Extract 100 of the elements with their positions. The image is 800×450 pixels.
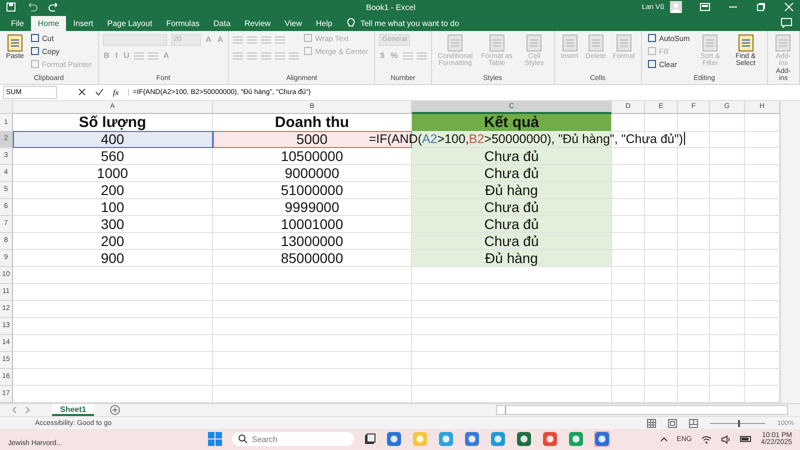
- document-icon: [586, 34, 605, 52]
- table-cell: [710, 318, 745, 335]
- table-cell: 10500000: [213, 148, 412, 165]
- ribbon-tab[interactable]: Home: [30, 16, 66, 31]
- table-cell: [645, 250, 678, 267]
- next-sheet-icon[interactable]: [24, 406, 30, 414]
- table-cell: [710, 334, 745, 352]
- square-icon: [304, 47, 312, 56]
- close-icon[interactable]: [784, 2, 794, 12]
- ribbon-tab[interactable]: File: [4, 16, 31, 31]
- ribbon-display-icon[interactable]: [700, 3, 710, 12]
- document-icon: [525, 34, 544, 52]
- table-cell: [710, 300, 745, 318]
- previous-sheet-icon[interactable]: [12, 406, 18, 414]
- task-view-icon[interactable]: [364, 433, 376, 446]
- table-cell: [678, 250, 710, 267]
- check-icon[interactable]: [95, 88, 104, 96]
- document-icon: [736, 34, 755, 52]
- ribbon-tab[interactable]: Review: [237, 16, 278, 31]
- ribbon-tab[interactable]: Formulas: [159, 16, 207, 31]
- table-cell: [645, 318, 678, 335]
- table-cell: 100: [13, 198, 213, 216]
- speaker-icon[interactable]: [720, 434, 731, 444]
- wifi-icon[interactable]: [700, 434, 712, 444]
- table-cell: [612, 148, 645, 165]
- table-cell: [710, 266, 745, 284]
- horizontal-scrollbar[interactable]: [496, 405, 788, 416]
- app-icon[interactable]: [594, 431, 610, 448]
- app-icon[interactable]: [438, 431, 454, 448]
- sheet-tab[interactable]: Sheet1: [52, 404, 94, 416]
- table-cell: [645, 368, 678, 386]
- ribbon-tab[interactable]: Help: [308, 16, 340, 31]
- table-cell: [645, 266, 678, 284]
- table-cell: [710, 182, 745, 199]
- redo-icon[interactable]: [48, 2, 60, 12]
- table-cell: 51000000: [213, 182, 412, 199]
- table-cell: 9000000: [213, 164, 412, 182]
- app-icon[interactable]: [386, 431, 402, 448]
- table-cell: [678, 164, 710, 182]
- table-cell: [678, 334, 710, 352]
- battery-icon[interactable]: [740, 435, 752, 444]
- page-break-icon[interactable]: [689, 418, 698, 428]
- document-icon: [560, 34, 579, 52]
- chevron-up-icon[interactable]: [660, 436, 668, 442]
- table-cell: [645, 334, 678, 352]
- table-cell: [678, 318, 710, 335]
- undo-icon[interactable]: [26, 2, 38, 12]
- app-icon[interactable]: [464, 431, 480, 448]
- insert-function-button[interactable]: fx: [113, 88, 119, 97]
- app-icon[interactable]: [568, 431, 584, 448]
- normal-view-icon[interactable]: [647, 418, 656, 428]
- tell-me-search[interactable]: Tell me what you want to do: [360, 18, 460, 31]
- table-cell: Chưa đủ: [412, 148, 612, 165]
- add-sheet-icon[interactable]: [110, 405, 120, 416]
- cancel-icon[interactable]: [78, 88, 86, 96]
- windows-logo-icon[interactable]: [208, 432, 222, 446]
- table-cell: [710, 130, 745, 148]
- ribbon-tab[interactable]: Data: [206, 16, 238, 31]
- restore-icon[interactable]: [756, 2, 766, 12]
- lightbulb-icon: [347, 16, 356, 28]
- document-icon: [701, 34, 720, 52]
- vertical-scrollbar[interactable]: [780, 100, 800, 403]
- table-cell: [710, 232, 745, 250]
- table-cell: [678, 300, 710, 318]
- table-cell: 560: [13, 148, 213, 165]
- search-field[interactable]: Search: [232, 432, 354, 446]
- ribbon-tab[interactable]: Page Layout: [100, 16, 160, 31]
- page-layout-icon[interactable]: [668, 418, 678, 428]
- table-cell: [612, 250, 645, 267]
- window-title: Book1 - Excel: [366, 2, 416, 12]
- avatar-icon[interactable]: [670, 1, 682, 14]
- table-cell: [645, 232, 678, 250]
- table-cell: Kết quả: [412, 114, 612, 132]
- app-icon[interactable]: [490, 431, 506, 448]
- document-icon: [6, 34, 24, 52]
- table-cell: [645, 164, 678, 182]
- table-cell: Đủ hàng: [412, 182, 612, 199]
- table-cell: [612, 164, 645, 182]
- table-cell: [678, 266, 710, 284]
- table-cell: [678, 216, 710, 233]
- document-icon: [488, 34, 506, 52]
- document-icon: [774, 34, 792, 52]
- table-cell: Chưa đủ: [412, 198, 612, 216]
- table-cell: 85000000: [213, 250, 412, 267]
- comment-icon[interactable]: [781, 18, 792, 28]
- ribbon-tab[interactable]: Insert: [66, 16, 100, 31]
- table-cell: 13000000: [213, 232, 412, 250]
- table-cell: [710, 148, 745, 165]
- save-icon[interactable]: [6, 2, 16, 12]
- ribbon-tab[interactable]: View: [278, 16, 309, 31]
- table-cell: [710, 164, 745, 182]
- app-icon[interactable]: [516, 431, 532, 448]
- table-cell: [710, 198, 745, 216]
- app-icon[interactable]: [542, 431, 558, 448]
- table-cell: [710, 368, 745, 386]
- square-icon: [648, 34, 656, 42]
- document-icon: [614, 34, 633, 52]
- square-icon: [31, 60, 39, 68]
- table-cell: 900: [13, 250, 213, 267]
- table-cell: [612, 182, 645, 199]
